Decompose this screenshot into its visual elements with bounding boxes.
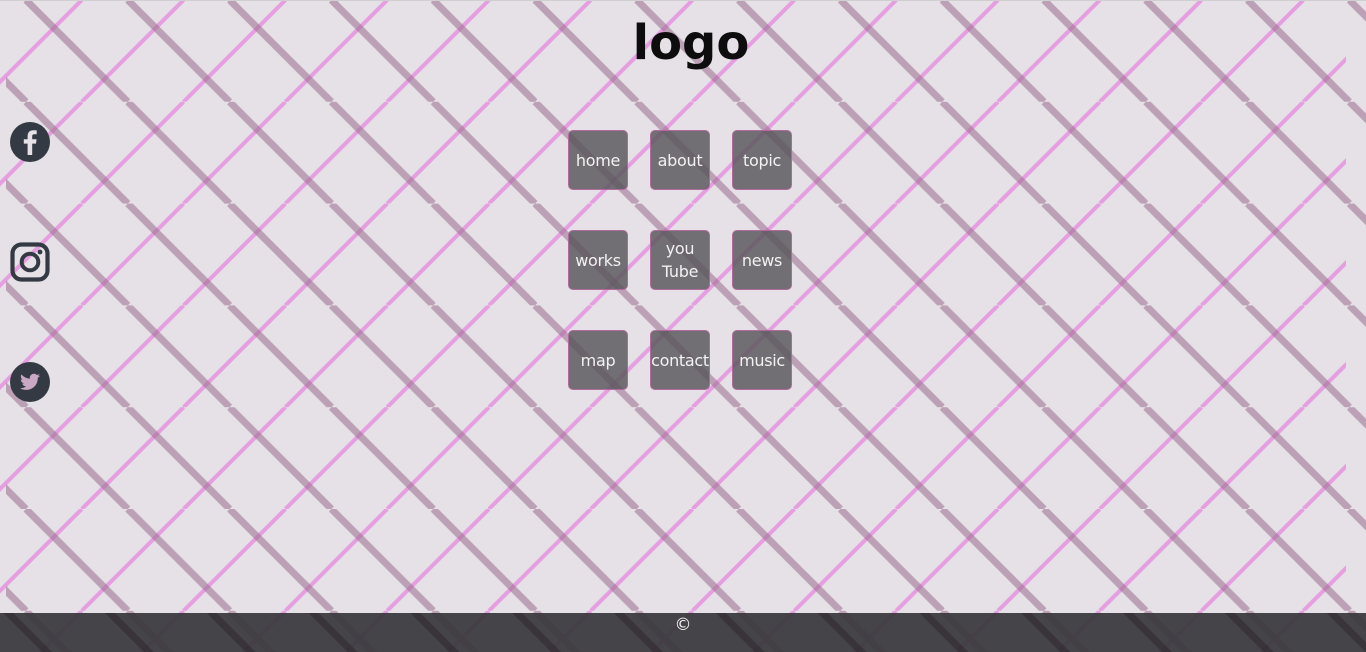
nav-contact-button[interactable]: contact [650, 330, 710, 390]
site-logo[interactable]: logo [0, 14, 1366, 72]
nav-home-button[interactable]: home [568, 130, 628, 190]
nav-youtube-button[interactable]: you Tube [650, 230, 710, 290]
facebook-link[interactable] [10, 122, 50, 162]
nav-works-button[interactable]: works [568, 230, 628, 290]
twitter-link[interactable] [10, 362, 50, 402]
facebook-icon [10, 122, 50, 162]
top-border [0, 0, 1366, 1]
nav-about-button[interactable]: about [650, 130, 710, 190]
nav-map-button[interactable]: map [568, 330, 628, 390]
instagram-icon [10, 242, 50, 282]
instagram-link[interactable] [10, 242, 50, 282]
copyright-text: © [674, 615, 692, 635]
nav-music-button[interactable]: music [732, 330, 792, 390]
main-navigation: home about topic works you Tube news map… [568, 130, 794, 392]
footer: © [0, 613, 1366, 652]
nav-topic-button[interactable]: topic [732, 130, 792, 190]
twitter-icon [10, 362, 50, 402]
nav-news-button[interactable]: news [732, 230, 792, 290]
